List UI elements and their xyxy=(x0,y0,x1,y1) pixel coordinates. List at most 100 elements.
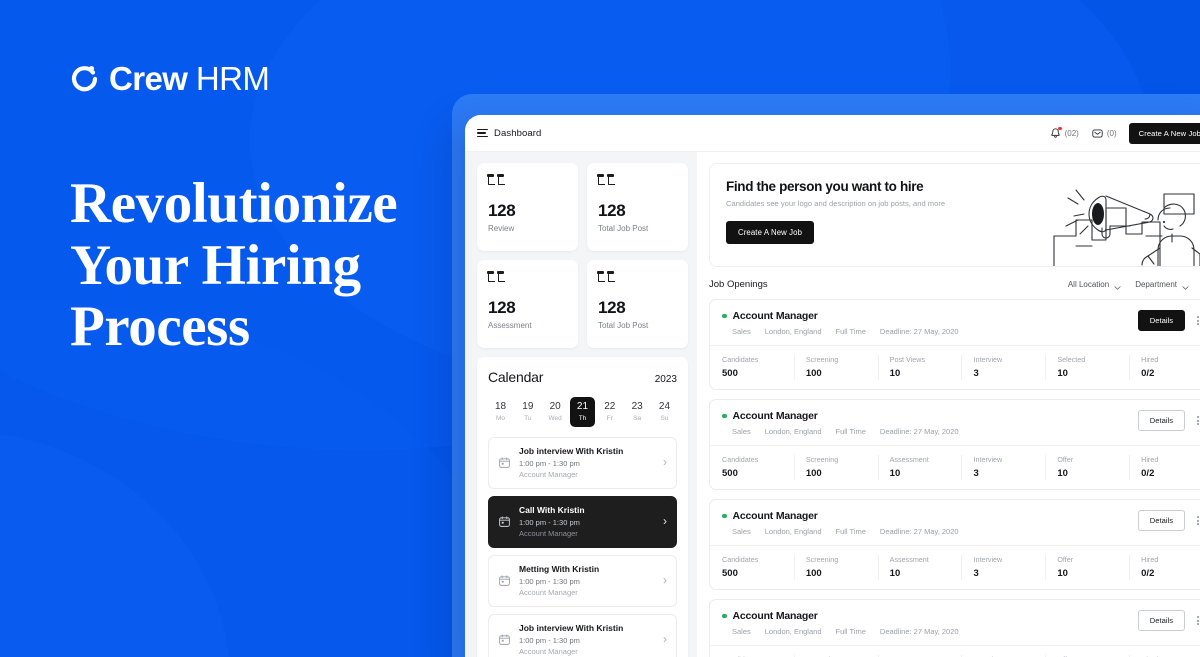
stat-card[interactable]: 128 Total Job Post xyxy=(587,163,688,251)
mail-count: (0) xyxy=(1106,128,1117,138)
job-stat-label: Offer xyxy=(1057,555,1074,564)
calendar-day-weekday: Sa xyxy=(633,414,642,422)
calendar-day-weekday: Su xyxy=(660,414,669,422)
job-meta: Sales London, England Full Time Deadline… xyxy=(732,427,1138,436)
job-stat-label: Candidates xyxy=(722,455,759,464)
stat-card[interactable]: 128 Total Job Post xyxy=(587,260,688,348)
job-department: Sales xyxy=(732,427,751,436)
stat-card[interactable]: 128 Review xyxy=(477,163,578,251)
list-item[interactable]: Job interview With Kristin 1:00 pm - 1:3… xyxy=(488,613,677,657)
job-stat: Candidates xyxy=(710,646,794,657)
calendar-day-number: 21 xyxy=(576,401,589,412)
status-badge xyxy=(722,413,727,419)
job-meta: Sales London, England Full Time Deadline… xyxy=(732,627,1138,636)
job-department: Sales xyxy=(732,627,751,636)
job-actions: Details xyxy=(1137,510,1200,531)
calendar-header: Calendar 2023 xyxy=(488,369,677,385)
job-info: Account Manager Sales London, England Fu… xyxy=(722,510,1138,536)
job-stat: Selected 10 xyxy=(1045,346,1129,389)
calendar-day[interactable]: 18 Mo xyxy=(488,397,513,427)
calendar-day[interactable]: 23 Sa xyxy=(625,397,650,427)
kebab-menu-icon[interactable] xyxy=(1194,414,1200,427)
calendar-day-weekday: Mo xyxy=(495,414,506,422)
stat-value: 128 xyxy=(488,201,516,220)
event-role: Account Manager xyxy=(519,647,578,656)
filter-all-location[interactable]: All Location xyxy=(1068,280,1121,290)
notifications-button[interactable]: (02) xyxy=(1049,126,1079,140)
job-department: Sales xyxy=(732,527,751,536)
job-stat-value: 100 xyxy=(805,568,822,579)
hero-section: Crew HRM Revolutionize Your Hiring Proce… xyxy=(70,62,470,358)
calendar-day[interactable]: 19 Tu xyxy=(515,397,540,427)
job-stat-value: 500 xyxy=(722,568,738,579)
details-button[interactable]: Details xyxy=(1137,410,1185,431)
calendar-day-number: 19 xyxy=(522,401,534,412)
job-stat-value: 3 xyxy=(973,468,979,479)
filter-department[interactable]: Department xyxy=(1135,280,1189,290)
details-button[interactable]: Details xyxy=(1137,510,1185,531)
list-item-selected[interactable]: Call With Kristin 1:00 pm - 1:30 pm Acco… xyxy=(488,495,677,548)
event-time: 1:00 pm - 1:30 pm xyxy=(519,458,580,468)
kebab-menu-icon[interactable] xyxy=(1194,314,1200,327)
kebab-menu-icon[interactable] xyxy=(1194,514,1200,527)
job-stat-value: 3 xyxy=(973,368,979,379)
hamburger-icon[interactable] xyxy=(477,128,488,138)
stat-card[interactable]: 128 Assessment xyxy=(477,260,578,348)
job-location: London, England xyxy=(764,627,822,636)
calendar-event-icon xyxy=(498,633,511,646)
calendar-day[interactable]: 22 Fr xyxy=(597,397,622,427)
job-card-header: Account Manager Sales London, England Fu… xyxy=(710,600,1200,645)
chevron-right-icon[interactable]: › xyxy=(663,574,667,586)
job-stat-value: 10 xyxy=(889,368,901,379)
calendar-day[interactable]: 24 Su xyxy=(652,397,677,427)
event-time: 1:00 pm - 1:30 pm xyxy=(519,636,580,645)
chevron-right-icon[interactable]: › xyxy=(663,515,667,527)
job-deadline: Deadline: 27 May, 2020 xyxy=(879,627,959,636)
stat-value: 128 xyxy=(598,201,626,220)
table-row[interactable]: Account Manager Sales London, England Fu… xyxy=(709,599,1200,657)
table-row[interactable]: Account Manager Sales London, England Fu… xyxy=(709,299,1200,390)
create-new-job-button-banner[interactable]: Create A New Job xyxy=(726,221,815,244)
job-stat-value: 100 xyxy=(805,468,822,479)
chevron-right-icon[interactable]: › xyxy=(663,633,667,645)
calendar-card: Calendar 2023 18 Mo 19 Tu 20 Wed 21 Th 2… xyxy=(477,357,688,657)
kebab-menu-icon[interactable] xyxy=(1194,614,1200,627)
create-new-job-button-topbar[interactable]: Create A New Job xyxy=(1128,122,1200,144)
stat-cards-grid: 128 Review 128 Total Job Post 128 Assess… xyxy=(477,163,688,348)
chevron-right-icon[interactable]: › xyxy=(663,456,667,468)
job-stat-label: Hired xyxy=(1141,355,1159,364)
calendar-day-selected[interactable]: 21 Th xyxy=(569,397,595,427)
job-stat-label: Screening xyxy=(805,355,839,364)
event-title: Metting With Kristin xyxy=(519,563,600,574)
job-stat-label: Candidates xyxy=(722,355,759,364)
job-type: Full Time xyxy=(835,627,866,636)
dashboard-left-column: 128 Review 128 Total Job Post 128 Assess… xyxy=(465,152,697,657)
stat-label: Total Job Post xyxy=(598,321,649,330)
stat-label: Review xyxy=(488,224,515,233)
chevron-down-icon xyxy=(1114,283,1121,290)
job-type: Full Time xyxy=(835,427,866,436)
status-badge xyxy=(722,613,727,619)
details-button[interactable]: Details xyxy=(1137,310,1185,331)
calendar-year: 2023 xyxy=(654,374,677,385)
details-button[interactable]: Details xyxy=(1137,610,1185,631)
notification-badge-dot xyxy=(1058,126,1062,130)
list-item[interactable]: Job interview With Kristin 1:00 pm - 1:3… xyxy=(488,436,677,489)
job-stat-label: Selected xyxy=(1057,355,1086,364)
job-deadline: Deadline: 27 May, 2020 xyxy=(879,527,959,536)
job-stat: Interview 3 xyxy=(961,346,1045,389)
calendar-day-number: 18 xyxy=(494,401,507,412)
job-stat-label: Screening xyxy=(805,455,839,464)
calendar-day[interactable]: 20 Wed xyxy=(543,397,568,427)
table-row[interactable]: Account Manager Sales London, England Fu… xyxy=(709,499,1200,590)
job-stat: Interview 3 xyxy=(961,546,1045,589)
job-stat-value: 100 xyxy=(805,368,822,379)
messages-button[interactable]: (0) xyxy=(1091,127,1117,140)
job-stat: Screening xyxy=(793,646,878,657)
list-item[interactable]: Metting With Kristin 1:00 pm - 1:30 pm A… xyxy=(488,554,677,607)
job-stat: Candidates 500 xyxy=(710,546,794,589)
job-stat: Offer xyxy=(1045,646,1129,657)
quote-bracket-icon xyxy=(597,174,677,185)
job-stat-value: 10 xyxy=(889,568,901,579)
table-row[interactable]: Account Manager Sales London, England Fu… xyxy=(709,399,1200,490)
